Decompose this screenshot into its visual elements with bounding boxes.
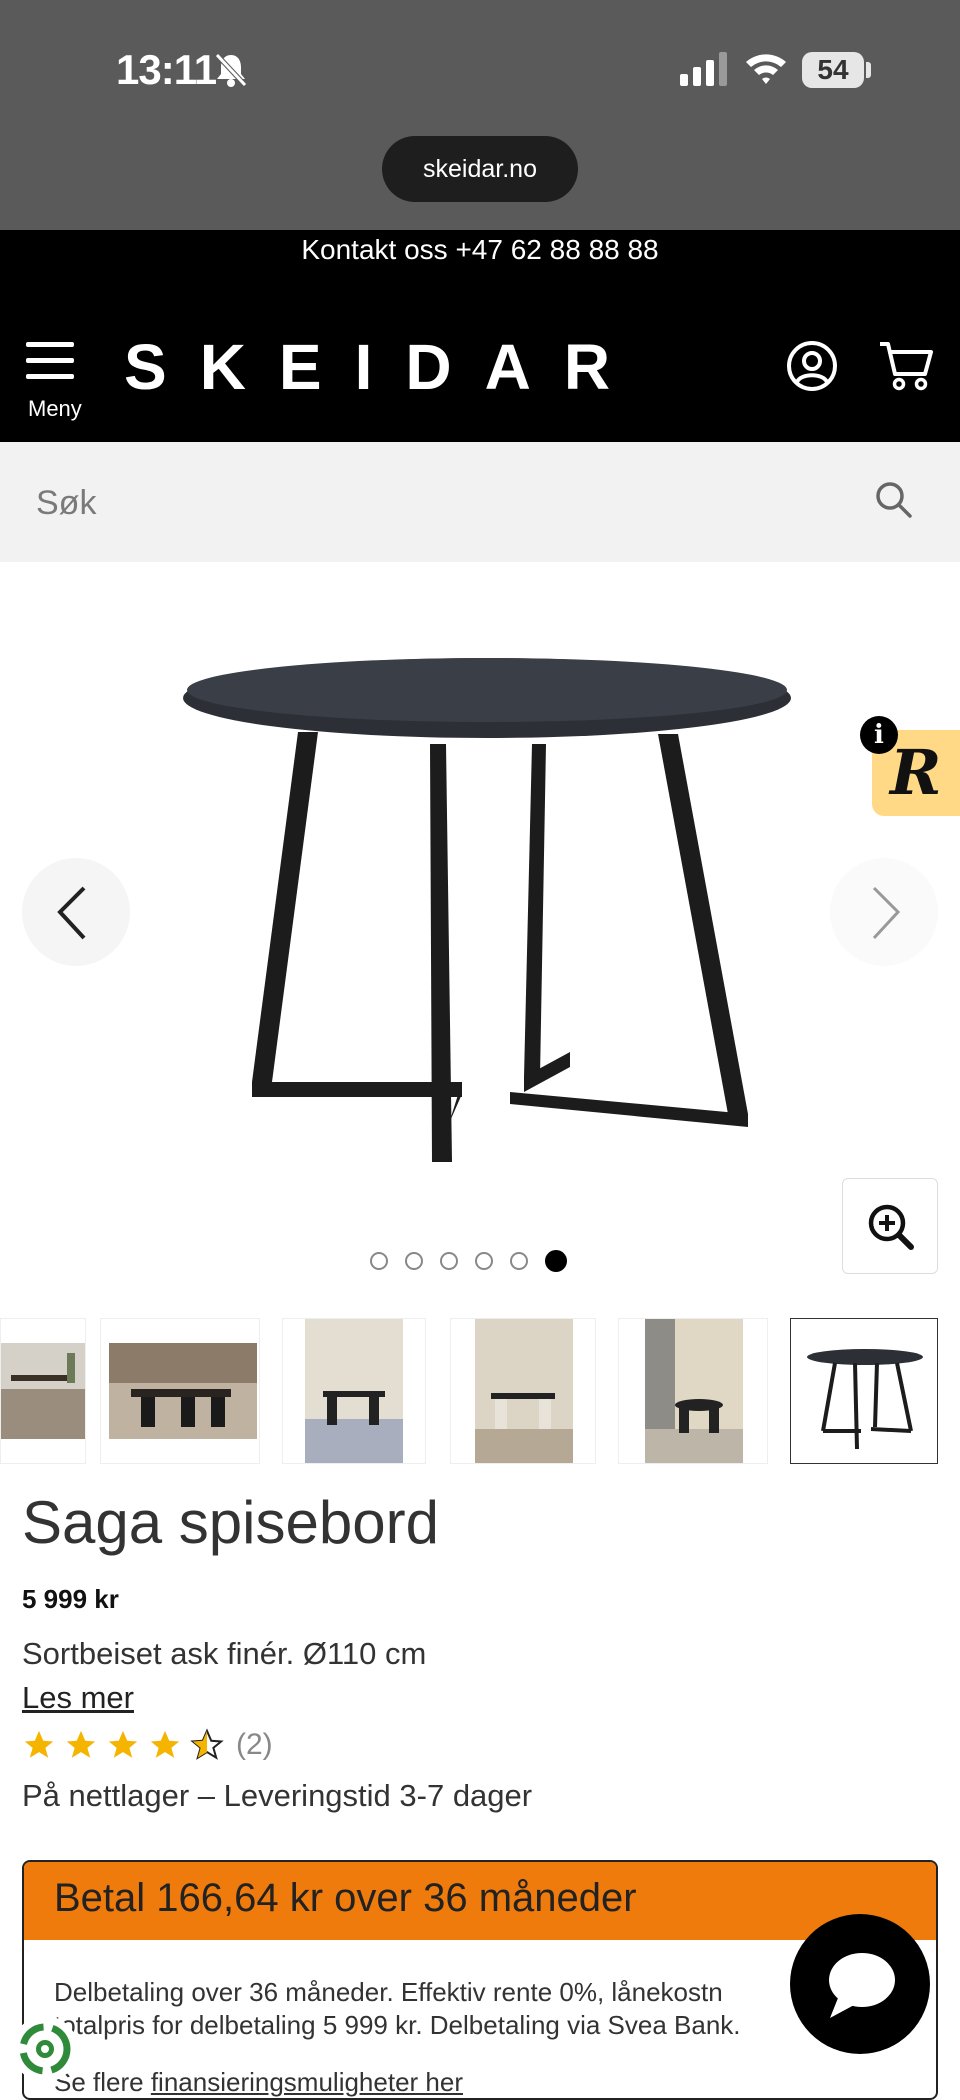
thumbnail[interactable]	[450, 1318, 596, 1464]
financing-more: Se flere finansieringsmuligheter her	[54, 2067, 463, 2098]
chat-button[interactable]	[790, 1914, 930, 2054]
bell-slash-icon	[215, 53, 247, 87]
product-rating[interactable]: (2)	[22, 1728, 273, 1772]
zoom-in-icon	[868, 1204, 914, 1250]
r-logo-icon: R	[890, 736, 942, 809]
financing-terms-line: Delbetaling over 36 måneder. Effektiv re…	[54, 1977, 723, 2007]
prev-image-button[interactable]	[22, 858, 130, 966]
url-bar[interactable]: skeidar.no	[382, 136, 578, 202]
star-full-icon	[24, 1730, 54, 1758]
wifi-icon	[746, 54, 786, 84]
thumbnail[interactable]	[618, 1318, 768, 1464]
pagination-dot[interactable]	[510, 1252, 528, 1270]
financing-terms: Delbetaling over 36 måneder. Effektiv re…	[54, 1976, 914, 2042]
star-full-icon	[66, 1730, 96, 1758]
stock-status: På nettlager – Leveringstid 3-7 dager	[22, 1778, 533, 1813]
recycle-button[interactable]	[12, 2016, 78, 2082]
gallery-pagination	[370, 1250, 584, 1274]
search-input[interactable]	[34, 472, 858, 534]
chat-icon	[829, 1953, 895, 2018]
pagination-dot-active[interactable]	[545, 1250, 567, 1272]
pagination-dot[interactable]	[370, 1252, 388, 1270]
menu-label: Meny	[28, 396, 82, 421]
search-icon[interactable]	[874, 480, 914, 520]
signal-icon	[680, 52, 727, 86]
info-icon[interactable]: i	[860, 716, 898, 754]
user-icon[interactable]	[786, 340, 838, 392]
thumbnail-strip	[0, 1318, 960, 1464]
pagination-dot[interactable]	[405, 1252, 423, 1270]
pagination-dot[interactable]	[440, 1252, 458, 1270]
thumbnail-active[interactable]	[790, 1318, 938, 1464]
next-image-button[interactable]	[830, 858, 938, 966]
product-price: 5 999 kr	[22, 1584, 119, 1614]
pagination-dot[interactable]	[475, 1252, 493, 1270]
cart-icon[interactable]	[878, 340, 934, 392]
review-count[interactable]: (2)	[236, 1728, 273, 1762]
thumbnail[interactable]	[0, 1318, 86, 1464]
star-half-icon	[190, 1728, 224, 1760]
product-image[interactable]	[170, 652, 800, 1182]
menu-icon	[26, 342, 86, 379]
financing-link[interactable]: finansieringsmuligheter her	[151, 2067, 463, 2097]
status-bar: 13:11 54 skeidar.no	[0, 0, 960, 230]
product-title: Saga spisebord	[22, 1489, 439, 1556]
recycle-icon	[19, 2023, 71, 2075]
star-full-icon	[150, 1730, 180, 1758]
zoom-button[interactable]	[842, 1178, 938, 1274]
contact-banner[interactable]: Kontakt oss +47 62 88 88 88	[0, 230, 960, 270]
battery-level: 54	[802, 52, 864, 88]
financing-title: Betal 166,64 kr over 36 måneder	[54, 1876, 637, 1920]
read-more-link[interactable]: Les mer	[22, 1680, 134, 1716]
financing-terms-line: totalpris for delbetaling 5 999 kr. Delb…	[54, 2010, 741, 2040]
star-full-icon	[108, 1730, 138, 1758]
product-description: Sortbeiset ask finér. Ø110 cm	[22, 1636, 427, 1671]
battery-tip	[866, 62, 871, 78]
chevron-left-icon	[57, 886, 86, 940]
status-time: 13:11	[116, 46, 217, 93]
chevron-right-icon	[872, 886, 901, 940]
search-bar	[0, 442, 960, 562]
thumbnail[interactable]	[282, 1318, 426, 1464]
thumbnail[interactable]	[100, 1318, 260, 1464]
site-logo[interactable]: SKEIDAR	[124, 330, 643, 404]
site-header: Kontakt oss +47 62 88 88 88 Meny SKEIDAR	[0, 230, 960, 442]
